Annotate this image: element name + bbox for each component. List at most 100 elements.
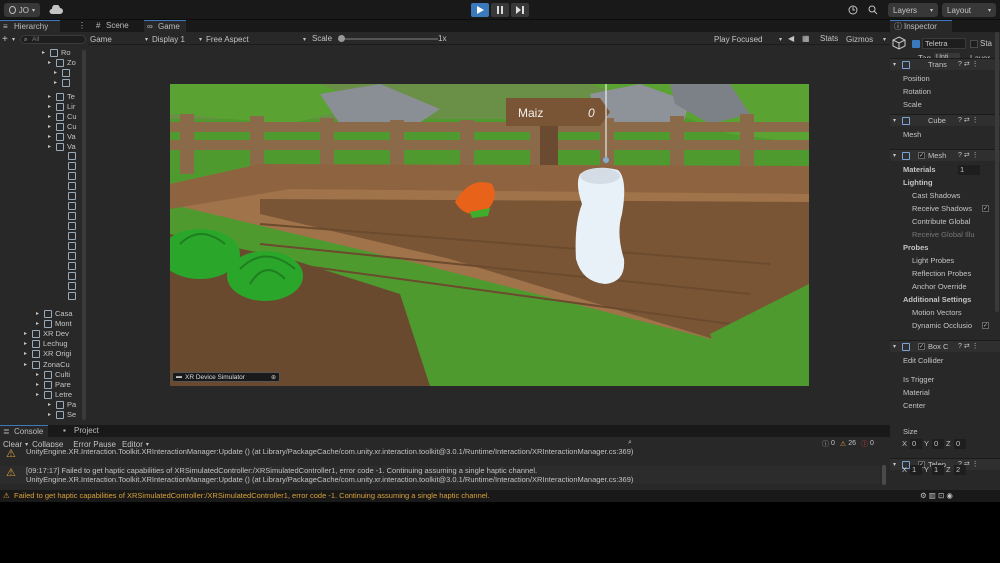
active-checkbox[interactable] bbox=[912, 40, 920, 48]
vector-field[interactable]: 0 bbox=[932, 439, 944, 449]
foldout-arrow-icon[interactable]: ▾ bbox=[893, 115, 896, 126]
status-icons[interactable]: ⚙ ▥ ⊡ ◉ bbox=[920, 490, 953, 502]
gameobject-icon[interactable] bbox=[68, 272, 76, 280]
property-row[interactable]: Rotation bbox=[890, 86, 1000, 98]
log-entry[interactable]: ⚠ [09:17:17] Failed to get haptic capabil… bbox=[0, 466, 880, 484]
gameobject-icon[interactable] bbox=[68, 172, 76, 180]
search-icon[interactable] bbox=[866, 4, 880, 16]
expand-arrow-icon[interactable]: ▸ bbox=[24, 339, 27, 349]
gameobject-icon[interactable] bbox=[68, 202, 76, 210]
more-options-icon[interactable]: ⋮ bbox=[78, 20, 86, 32]
gameobject-icon[interactable] bbox=[68, 182, 76, 190]
property-row[interactable]: Probes bbox=[890, 242, 1000, 254]
xr-simulator-bar[interactable]: ▬ XR Device Simulator ⊕ bbox=[172, 372, 280, 382]
property-row[interactable]: Material bbox=[890, 387, 1000, 399]
enabled-checkbox[interactable]: ✓ bbox=[918, 152, 925, 159]
hierarchy-item[interactable]: ▸ Letre bbox=[0, 390, 88, 400]
expand-arrow-icon[interactable]: ▸ bbox=[48, 92, 51, 102]
hierarchy-search-input[interactable]: ⌕ All bbox=[20, 34, 86, 44]
play-button[interactable] bbox=[471, 3, 489, 17]
vector-field[interactable]: 1 bbox=[932, 465, 944, 475]
hierarchy-item[interactable]: ▸ Pa bbox=[0, 400, 88, 410]
log-entry[interactable]: ⚠ UnityEngine.XR.Interaction.Toolkit.XRIn… bbox=[0, 447, 880, 465]
expand-arrow-icon[interactable]: ▸ bbox=[36, 309, 39, 319]
gameobject-icon[interactable] bbox=[68, 222, 76, 230]
property-row[interactable]: Materials 1 bbox=[890, 164, 1000, 176]
vector-field[interactable]: 2 bbox=[954, 465, 966, 475]
stats-toggle[interactable]: Stats bbox=[820, 33, 838, 45]
expand-icon[interactable]: ⊕ bbox=[271, 374, 276, 381]
add-icon[interactable]: + bbox=[2, 34, 12, 45]
property-row[interactable]: Light Probes bbox=[890, 255, 1000, 267]
pause-button[interactable] bbox=[491, 3, 509, 17]
property-row[interactable]: Reflection Probes bbox=[890, 268, 1000, 280]
expand-arrow-icon[interactable]: ▸ bbox=[36, 390, 39, 400]
tab-inspector[interactable]: ⓘ Inspector bbox=[890, 20, 952, 32]
tab-console[interactable]: ≣ Console bbox=[0, 425, 48, 437]
property-row[interactable]: Additional Settings bbox=[890, 294, 1000, 306]
property-row[interactable]: Edit Collider bbox=[890, 355, 1000, 367]
gameobject-icon[interactable] bbox=[68, 292, 76, 300]
console-scrollbar[interactable] bbox=[882, 465, 886, 485]
gameobject-icon[interactable] bbox=[68, 162, 76, 170]
property-row[interactable]: Mesh bbox=[890, 129, 1000, 141]
property-row[interactable]: Receive Global Illu bbox=[890, 229, 1000, 241]
gameobject-icon[interactable] bbox=[68, 282, 76, 290]
status-message[interactable]: Failed to get haptic capabilities of XRS… bbox=[14, 490, 490, 502]
display-dropdown[interactable]: Display 1 ▾ bbox=[152, 33, 202, 45]
expand-arrow-icon[interactable]: ▸ bbox=[42, 48, 45, 58]
component-menu-icons[interactable]: ? ⇄ ⋮ bbox=[958, 341, 979, 352]
gameobject-icon[interactable] bbox=[68, 192, 76, 200]
property-row[interactable]: Size bbox=[890, 426, 1000, 438]
foldout-arrow-icon[interactable]: ▾ bbox=[893, 341, 896, 352]
layout-dropdown[interactable]: Layout ▾ bbox=[942, 3, 996, 17]
hierarchy-item[interactable]: ▸ Mont bbox=[0, 319, 88, 329]
hierarchy-item[interactable]: ▸ Pare bbox=[0, 380, 88, 390]
expand-arrow-icon[interactable]: ▸ bbox=[24, 360, 27, 370]
foldout-arrow-icon[interactable]: ▾ bbox=[893, 459, 896, 470]
property-row[interactable]: Anchor Override bbox=[890, 281, 1000, 293]
tab-project[interactable]: ▪ Project bbox=[60, 425, 110, 437]
expand-arrow-icon[interactable]: ▸ bbox=[36, 380, 39, 390]
expand-arrow-icon[interactable]: ▸ bbox=[36, 370, 39, 380]
game-viewport[interactable]: Maiz 0 ▬ XR Device Simulator ⊕ bbox=[170, 84, 809, 386]
hierarchy-item[interactable]: ▸ Culti bbox=[0, 370, 88, 380]
foldout-arrow-icon[interactable]: ▾ bbox=[893, 59, 896, 70]
expand-arrow-icon[interactable]: ▸ bbox=[48, 400, 51, 410]
tab-game[interactable]: ∞ Game bbox=[144, 20, 186, 32]
property-row[interactable]: ✓ Receive Shadows bbox=[890, 203, 1000, 215]
cloud-icon[interactable] bbox=[48, 4, 64, 16]
property-row[interactable]: Scale bbox=[890, 99, 1000, 111]
property-row[interactable]: Position bbox=[890, 73, 1000, 85]
enabled-checkbox[interactable]: ✓ bbox=[918, 343, 925, 350]
property-row[interactable]: Motion Vectors bbox=[890, 307, 1000, 319]
gameobject-icon[interactable] bbox=[68, 152, 76, 160]
property-row[interactable]: Contribute Global bbox=[890, 216, 1000, 228]
hierarchy-item[interactable]: ▸ bbox=[0, 68, 88, 78]
property-row[interactable]: Is Trigger bbox=[890, 374, 1000, 386]
property-row[interactable]: ✓ Dynamic Occlusio bbox=[890, 320, 1000, 332]
hierarchy-item[interactable]: ▸ bbox=[0, 78, 88, 88]
gameobject-icon[interactable] bbox=[68, 212, 76, 220]
tab-hierarchy[interactable]: ≡ Hierarchy bbox=[0, 20, 60, 32]
hierarchy-item[interactable]: ▸ XR Dev bbox=[0, 329, 88, 339]
step-button[interactable] bbox=[511, 3, 529, 17]
hierarchy-item[interactable]: ▸ Ro bbox=[0, 48, 88, 58]
expand-arrow-icon[interactable]: ▸ bbox=[24, 349, 27, 359]
property-row[interactable]: Cast Shadows bbox=[890, 190, 1000, 202]
hierarchy-item[interactable]: ▸ Va bbox=[0, 132, 88, 142]
expand-arrow-icon[interactable]: ▸ bbox=[48, 58, 51, 68]
component-header[interactable]: ▾ ? ⇄ ⋮ Trans bbox=[890, 58, 1000, 70]
hierarchy-item[interactable]: ▸ Cu bbox=[0, 112, 88, 122]
property-row[interactable]: Lighting bbox=[890, 177, 1000, 189]
expand-arrow-icon[interactable]: ▸ bbox=[48, 142, 51, 152]
vector-field[interactable]: 1 bbox=[910, 465, 922, 475]
property-row[interactable]: Center bbox=[890, 400, 1000, 412]
expand-arrow-icon[interactable]: ▸ bbox=[36, 319, 39, 329]
vector-field[interactable]: 0 bbox=[910, 439, 922, 449]
scale-slider-handle[interactable] bbox=[338, 35, 345, 42]
layers-dropdown[interactable]: Layers ▾ bbox=[888, 3, 938, 17]
game-mode-dropdown[interactable]: Game ▾ bbox=[90, 33, 148, 45]
enabled-checkbox[interactable]: ✓ bbox=[982, 322, 989, 329]
hierarchy-scrollbar[interactable] bbox=[82, 50, 86, 420]
